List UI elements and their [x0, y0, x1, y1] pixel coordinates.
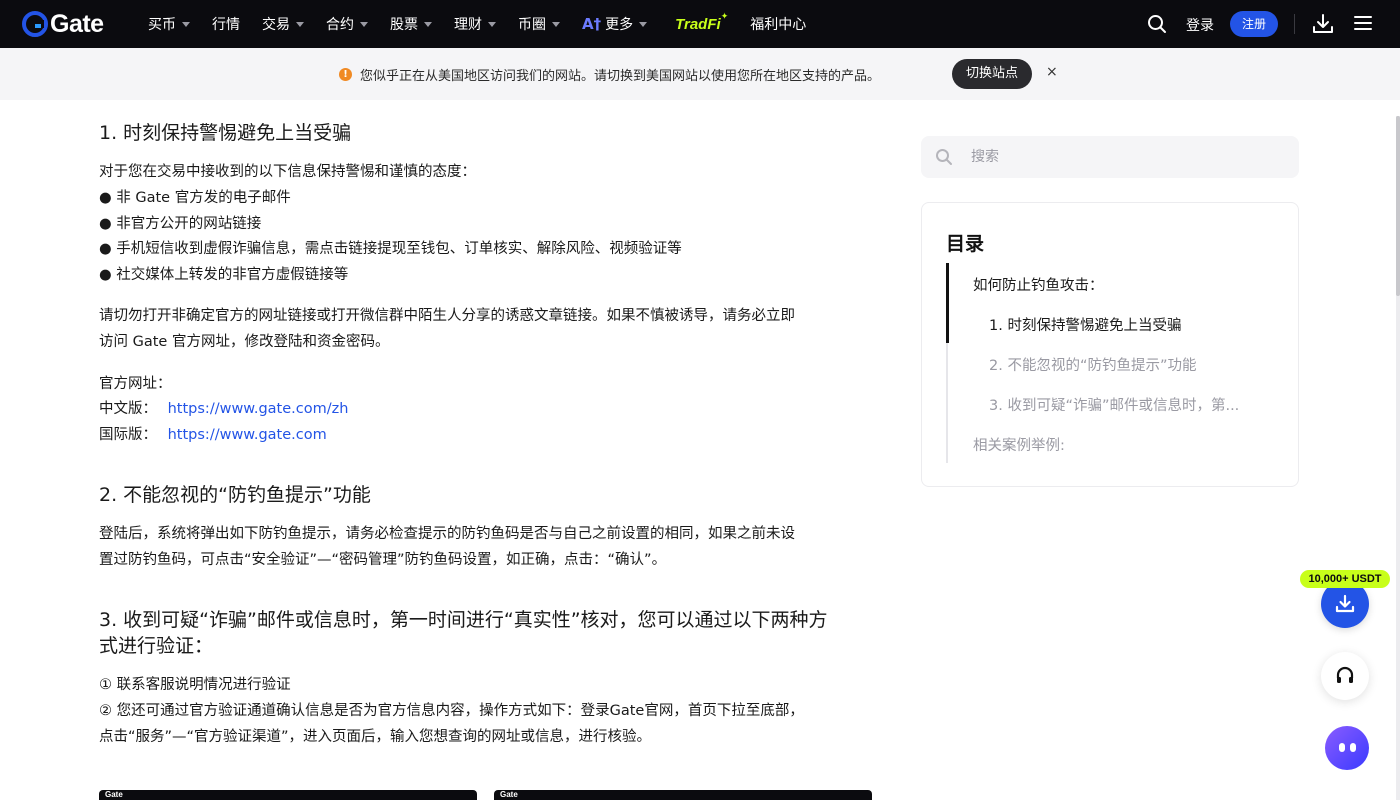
bullet-item: ● 非官方公开的网站链接	[99, 216, 262, 232]
section-heading-3: 3. 收到可疑“诈骗”邮件或信息时，第一时间进行“真实性”核对，您可以通过以下两…	[99, 609, 828, 631]
toc-item[interactable]: 如何防止钓鱼攻击：	[973, 274, 1104, 295]
tradfi-logo: TradFi	[675, 15, 721, 33]
nav-label: 股票	[390, 17, 418, 33]
screenshot-image: Gate	[99, 790, 477, 800]
sparkle-icon: ✦	[720, 12, 729, 22]
chevron-down-icon	[639, 21, 648, 27]
bullet-item: ● 社交媒体上转发的非官方虚假链接等	[99, 267, 349, 283]
nav-label: 合约	[326, 17, 354, 33]
nav-label: 币圈	[518, 17, 546, 33]
toc-item[interactable]: 1. 时刻保持警惕避免上当受骗	[989, 314, 1181, 335]
screenshot-logo: Gate	[500, 790, 518, 799]
section-heading-2: 2. 不能忽视的“防钓鱼提示”功能	[99, 484, 371, 506]
screenshot-logo: Gate	[105, 790, 123, 799]
nav-label: 行情	[212, 17, 240, 33]
chevron-down-icon	[488, 21, 496, 27]
search-icon	[935, 148, 953, 170]
chevron-down-icon	[296, 21, 304, 27]
chevron-down-icon	[552, 21, 560, 27]
hamburger-menu-icon[interactable]	[1354, 15, 1372, 35]
search-input[interactable]	[971, 136, 1271, 178]
cn-url-row: 中文版： https://www.gate.com/zh	[99, 396, 348, 422]
banner-message: 您似乎正在从美国地区访问我们的网站。请切换到美国网站以使用您所在地区支持的产品。	[360, 69, 881, 84]
promo-badge[interactable]: 10,000+ USDT	[1300, 570, 1390, 588]
chevron-down-icon	[182, 21, 190, 27]
bullet-item: ● 非 Gate 官方发的电子邮件	[99, 190, 291, 206]
nav-divider	[1294, 14, 1295, 34]
cn-url-link[interactable]: https://www.gate.com/zh	[168, 401, 349, 417]
ai-sparkle-icon: A†	[582, 15, 602, 33]
nav-label: 买币	[148, 17, 176, 33]
toc-item[interactable]: 相关案例举例:	[973, 434, 1065, 455]
scrollbar-thumb[interactable]	[1396, 116, 1400, 296]
step-item: ② 您还可通过官方验证通道确认信息是否为官方信息内容，操作方式如下：登录Gate…	[99, 703, 804, 719]
warning-icon: !	[339, 68, 352, 81]
step-item: ① 联系客服说明情况进行验证	[99, 677, 291, 693]
nav-label: 理财	[454, 17, 482, 33]
login-link[interactable]: 登录	[1186, 15, 1214, 35]
search-icon[interactable]	[1147, 14, 1167, 38]
top-nav: Gate 买币 行情 交易 合约 股票 理财 币圈 A† 更多 TradFi ✦ …	[0, 0, 1400, 48]
nav-label: 交易	[262, 17, 290, 33]
paragraph-lead: 对于您在交易中接收到的以下信息保持警惕和谨慎的态度：	[99, 164, 476, 180]
nav-label: 福利中心	[750, 17, 807, 33]
nav-welfare-center[interactable]: 福利中心	[750, 14, 806, 34]
nav-label: 更多	[605, 17, 634, 33]
nav-futures[interactable]: 合约	[326, 14, 368, 34]
nav-trade[interactable]: 交易	[262, 14, 304, 34]
toc-item[interactable]: 3. 收到可疑“诈骗”邮件或信息时，第...	[989, 394, 1239, 415]
sidebar-search	[921, 136, 1299, 178]
bot-eye	[1350, 743, 1356, 752]
section-heading-3-cont: 式进行验证：	[99, 635, 214, 657]
step-item: 点击“服务”—“官方验证渠道”，进入页面后，输入您想查询的网址或信息，进行核验。	[99, 729, 652, 745]
paragraph-anti-phishing-line: 登陆后，系统将弹出如下防钓鱼提示，请务必检查提示的防钓鱼码是否与自己之前设置的相…	[99, 526, 795, 542]
cn-url-label: 中文版：	[99, 401, 157, 417]
logo-text: Gate	[50, 9, 104, 38]
table-of-contents: 目录 如何防止钓鱼攻击： 1. 时刻保持警惕避免上当受骗 2. 不能忽视的“防钓…	[921, 202, 1299, 487]
nav-more[interactable]: A† 更多	[582, 14, 648, 34]
gate-logo-icon	[22, 11, 48, 37]
intl-url-row: 国际版： https://www.gate.com	[99, 422, 327, 448]
customer-support-button[interactable]	[1321, 652, 1369, 700]
ai-assistant-button[interactable]	[1325, 726, 1369, 770]
chevron-down-icon	[424, 21, 432, 27]
chevron-down-icon	[360, 21, 368, 27]
page-scrollbar[interactable]	[1396, 116, 1400, 800]
nav-crypto-circle[interactable]: 币圈	[518, 14, 560, 34]
nav-stocks[interactable]: 股票	[390, 14, 432, 34]
bullet-item: ● 手机短信收到虚假诈骗信息，需点击链接提现至钱包、订单核实、解除风险、视频验证…	[99, 241, 682, 257]
close-icon[interactable]: ×	[1046, 64, 1058, 80]
intl-url-label: 国际版：	[99, 427, 157, 443]
official-url-label: 官方网址：	[99, 376, 172, 392]
toc-item[interactable]: 2. 不能忽视的“防钓鱼提示”功能	[989, 354, 1196, 375]
nav-earn[interactable]: 理财	[454, 14, 496, 34]
switch-site-button[interactable]: 切换站点	[952, 59, 1032, 89]
toc-title: 目录	[946, 233, 985, 255]
download-icon	[1335, 594, 1355, 613]
intl-url-link[interactable]: https://www.gate.com	[168, 427, 327, 443]
nav-buy-crypto[interactable]: 买币	[148, 14, 190, 34]
main-menu: 买币 行情 交易 合约 股票 理财 币圈 A† 更多 TradFi ✦ 福利中心	[148, 0, 828, 48]
toc-active-indicator	[946, 263, 949, 343]
nav-tradfi[interactable]: TradFi ✦	[675, 12, 728, 33]
register-button[interactable]: 注册	[1230, 11, 1278, 37]
screenshot-image: Gate	[494, 790, 872, 800]
gate-logo[interactable]: Gate	[22, 10, 104, 38]
paragraph-warning-line: 访问 Gate 官方网址，修改登陆和资金密码。	[99, 334, 390, 350]
headset-icon	[1336, 666, 1354, 683]
paragraph-anti-phishing-line: 置过防钓鱼码，可点击“安全验证”—“密码管理”防钓鱼码设置，如正确，点击：“确认…	[99, 552, 667, 568]
download-icon[interactable]	[1312, 13, 1334, 39]
section-heading-1: 1. 时刻保持警惕避免上当受骗	[99, 122, 352, 144]
region-banner: ! 您似乎正在从美国地区访问我们的网站。请切换到美国网站以使用您所在地区支持的产…	[0, 48, 1400, 100]
bot-eye	[1339, 743, 1345, 752]
nav-markets[interactable]: 行情	[212, 14, 240, 34]
paragraph-warning-line: 请切勿打开非确定官方的网址链接或打开微信群中陌生人分享的诱惑文章链接。如果不慎被…	[99, 308, 795, 324]
